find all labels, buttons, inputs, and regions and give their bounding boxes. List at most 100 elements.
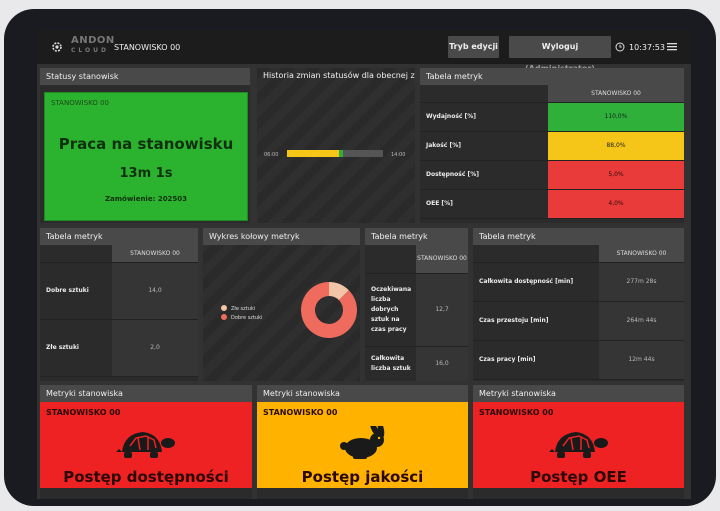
pie-slice-dobre-sztuki[interactable] (301, 282, 357, 338)
metrics-main-title: Tabela metryk (420, 68, 684, 85)
metric-label: Oczekiwana liczba dobrych sztuk na czas … (365, 273, 416, 347)
metrics-time-title: Tabela metryk (473, 228, 684, 245)
table-row: Dostępność [%] 5,0% (420, 160, 684, 190)
table-row: Całkowita dostępność [min] 277m 28s (473, 262, 684, 302)
metrics-main-column-header: STANOWISKO 00 (548, 85, 684, 103)
metric-value: 16,0 (416, 346, 468, 381)
pie-panel-title: Wykres kołowy metryk (203, 228, 360, 245)
metric-card-label: Postęp OEE (530, 468, 627, 486)
turtle-icon (549, 432, 608, 458)
history-segment-yellow (287, 150, 339, 157)
status-text: Praca na stanowisku (58, 135, 234, 153)
metrics-time-column-header: STANOWISKO 00 (599, 245, 684, 263)
metric-card-body[interactable]: STANOWISKO 00 Postęp dostępności (40, 402, 252, 488)
metric-value: 4,0% (548, 189, 684, 219)
metric-label: Całkowita dostępność [min] (473, 262, 599, 302)
metric-value: 12m 44s (599, 340, 684, 380)
metric-label: Czas przestoju [min] (473, 301, 599, 341)
metric-label: Jakość [%] (420, 131, 548, 161)
metric-label: Złe sztuki (40, 319, 112, 377)
metrics-parts-column-header: STANOWISKO 00 (112, 245, 198, 263)
dashboard-screen: ANDON CLOUD STANOWISKO 00 Tryb edycji Wy… (37, 30, 691, 499)
andon-cloud-logo: ANDON CLOUD (71, 35, 115, 58)
hamburger-menu-icon[interactable] (667, 42, 677, 51)
metric-label: Dobre sztuki (40, 262, 112, 320)
status-card[interactable]: STANOWISKO 00 Praca na stanowisku 13m 1s… (44, 92, 248, 221)
metrics-parts-table: STANOWISKO 00 Dobre sztuki 14,0 Złe sztu… (40, 245, 198, 377)
table-row: Czas przestoju [min] 264m 44s (473, 301, 684, 341)
metric-card-title: Metryki stanowiska (257, 385, 468, 402)
history-segment-green (338, 150, 343, 157)
metric-card-workstation: STANOWISKO 00 (263, 408, 338, 417)
turtle-icon (116, 432, 175, 458)
legend-item[interactable]: Złe sztuki (221, 305, 262, 314)
legend-label: Złe sztuki (231, 306, 256, 312)
history-panel: Historia zmian statusów dla obecnej zmia… (257, 68, 415, 223)
clock-icon (615, 42, 625, 52)
status-panel-title: Statusy stanowisk (40, 68, 250, 85)
rabbit-icon (340, 426, 385, 459)
metric-label: Wydajność [%] (420, 102, 548, 132)
table-row: Dobre sztuki 14,0 (40, 262, 198, 320)
metric-card-body[interactable]: STANOWISKO 00 Postęp jakości (257, 402, 468, 488)
logout-button[interactable]: Wyloguj (Administrator) (509, 36, 611, 73)
table-row: Oczekiwana liczba dobrych sztuk na czas … (365, 273, 468, 347)
metric-value: 264m 44s (599, 301, 684, 341)
metric-card-title: Metryki stanowiska (473, 385, 684, 402)
donut-chart[interactable] (299, 280, 359, 340)
history-start-time: 06:00 (264, 152, 279, 158)
metric-card-oee: Metryki stanowiska STANOWISKO 00 Postęp … (473, 385, 684, 499)
metric-card-title: Metryki stanowiska (40, 385, 252, 402)
metrics-expected-column-header: STANOWISKO 00 (416, 245, 468, 274)
metrics-expected-table: STANOWISKO 00 Oczekiwana liczba dobrych … (365, 245, 468, 381)
tablet-bezel: ANDON CLOUD STANOWISKO 00 Tryb edycji Wy… (4, 9, 716, 506)
metric-value: 14,0 (112, 262, 198, 320)
status-panel: Statusy stanowisk STANOWISKO 00 Praca na… (40, 68, 250, 223)
metric-card-label: Postęp jakości (301, 468, 424, 486)
history-timeline-bar[interactable] (287, 150, 383, 157)
table-row: Całkowita liczba sztuk 16,0 (365, 346, 468, 381)
metric-label: Całkowita liczba sztuk (365, 346, 416, 381)
metric-card-availability: Metryki stanowiska STANOWISKO 00 Postęp … (40, 385, 252, 499)
logo-text-top: ANDON (71, 35, 115, 46)
top-bar: ANDON CLOUD STANOWISKO 00 Tryb edycji Wy… (37, 30, 691, 73)
metric-value: 110,0% (548, 102, 684, 132)
status-card-workstation: STANOWISKO 00 (51, 99, 109, 107)
metric-card-workstation: STANOWISKO 00 (46, 408, 121, 417)
metric-value: 12,7 (416, 273, 468, 347)
metric-card-label: Postęp dostępności (63, 468, 229, 486)
status-order: Zamówienie: 202503 (104, 195, 188, 203)
metrics-expected-title: Tabela metryk (365, 228, 468, 245)
metric-label: Czas pracy [min] (473, 340, 599, 380)
workstation-name: STANOWISKO 00 (114, 43, 181, 52)
metrics-time-panel: Tabela metryk STANOWISKO 00 Całkowita do… (473, 228, 684, 381)
edit-mode-button[interactable]: Tryb edycji (448, 36, 499, 58)
metrics-main-panel: Tabela metryk STANOWISKO 00 Wydajność [%… (420, 68, 684, 223)
legend-label: Dobre sztuki (231, 315, 263, 321)
metrics-parts-title: Tabela metryk (40, 228, 198, 245)
metric-label: Dostępność [%] (420, 160, 548, 190)
metric-value: 5,0% (548, 160, 684, 190)
status-duration: 13m 1s (119, 166, 173, 181)
table-row: Jakość [%] 88,0% (420, 131, 684, 161)
metric-value: 88,0% (548, 131, 684, 161)
metrics-main-table: STANOWISKO 00 Wydajność [%] 110,0% Jakoś… (420, 85, 684, 219)
metric-card-quality: Metryki stanowiska STANOWISKO 00 Postęp … (257, 385, 468, 499)
logo-text-bottom: CLOUD (71, 47, 109, 54)
pie-panel: Wykres kołowy metryk Złe sztuki Dobre sz… (203, 228, 360, 381)
metric-card-body[interactable]: STANOWISKO 00 Postęp OEE (473, 402, 684, 488)
table-row: Złe sztuki 2,0 (40, 319, 198, 377)
history-panel-title: Historia zmian statusów dla obecnej zmia… (263, 71, 415, 80)
clock-time: 10:37:53 (629, 43, 665, 52)
legend-dot (221, 305, 227, 311)
metrics-time-table: STANOWISKO 00 Całkowita dostępność [min]… (473, 245, 684, 380)
legend-item[interactable]: Dobre sztuki (221, 314, 262, 323)
metric-value: 2,0 (112, 319, 198, 377)
metric-value: 277m 28s (599, 262, 684, 302)
pie-legend: Złe sztuki Dobre sztuki (221, 305, 262, 323)
logout-label: Wyloguj (541, 42, 579, 51)
metrics-expected-panel: Tabela metryk STANOWISKO 00 Oczekiwana l… (365, 228, 468, 381)
table-row: OEE [%] 4,0% (420, 189, 684, 219)
gear-icon[interactable] (51, 41, 63, 53)
table-row: Czas pracy [min] 12m 44s (473, 340, 684, 380)
